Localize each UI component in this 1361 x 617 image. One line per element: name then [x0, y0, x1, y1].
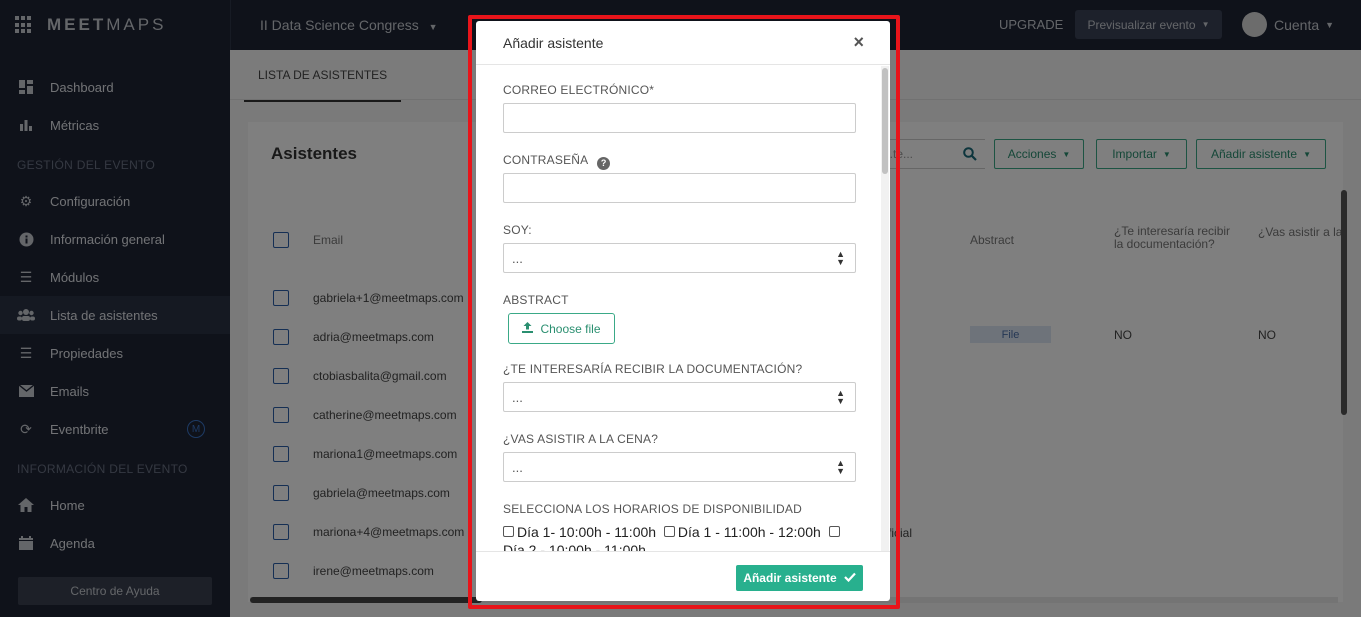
submit-label: Añadir asistente	[743, 571, 837, 585]
schedule-label: SELECCIONA LOS HORARIOS DE DISPONIBILIDA…	[503, 502, 802, 516]
schedule-option-label: Día 2 - 10:00h - 11:00h	[503, 542, 646, 551]
upload-icon	[522, 321, 534, 336]
password-label: CONTRASEÑA ?	[503, 153, 611, 170]
schedule-option-label: Día 1 - 11:00h - 12:00h	[677, 524, 821, 540]
modal-body: CORREO ELECTRÓNICO* CONTRASEÑA ? SOY: ..…	[476, 66, 890, 551]
soy-label: SOY:	[503, 223, 532, 237]
doc-select-value: ...	[512, 390, 523, 405]
choose-file-button[interactable]: Choose file	[508, 313, 615, 344]
dinner-label: ¿VAS ASISTIR A LA CENA?	[503, 432, 659, 446]
email-label: CORREO ELECTRÓNICO*	[503, 83, 655, 97]
close-icon[interactable]: ×	[853, 32, 864, 53]
doc-label: ¿TE INTERESARÍA RECIBIR LA DOCUMENTACIÓN…	[503, 362, 803, 376]
check-icon	[843, 571, 856, 585]
add-attendee-modal: Añadir asistente × CORREO ELECTRÓNICO* C…	[476, 21, 890, 601]
modal-scrollbar-thumb[interactable]	[882, 68, 888, 174]
select-arrows-icon: ▲ ▼	[836, 458, 845, 476]
schedule-options: Día 1- 10:00h - 11:00h Día 1 - 11:00h - …	[503, 523, 863, 551]
email-field[interactable]	[503, 103, 856, 133]
select-arrows-icon: ▲ ▼	[836, 249, 845, 267]
select-arrows-icon: ▲ ▼	[836, 388, 845, 406]
schedule-option-label: Día 1- 10:00h - 11:00h	[517, 524, 657, 540]
password-field[interactable]	[503, 173, 856, 203]
schedule-checkbox[interactable]	[828, 526, 840, 537]
choose-file-label: Choose file	[540, 321, 601, 336]
schedule-checkbox[interactable]	[503, 526, 514, 537]
modal-title: Añadir asistente	[503, 35, 604, 51]
submit-add-attendee-button[interactable]: Añadir asistente	[736, 565, 863, 591]
soy-select-value: ...	[512, 251, 523, 266]
password-label-text: CONTRASEÑA	[503, 153, 588, 167]
modal-footer: Añadir asistente	[476, 551, 890, 601]
dinner-select-value: ...	[512, 460, 523, 475]
soy-select[interactable]: ... ▲ ▼	[503, 243, 856, 273]
abstract-label: ABSTRACT	[503, 293, 569, 307]
question-icon[interactable]: ?	[597, 156, 611, 170]
schedule-checkbox[interactable]	[663, 526, 675, 537]
dinner-select[interactable]: ... ▲ ▼	[503, 452, 856, 482]
doc-select[interactable]: ... ▲ ▼	[503, 382, 856, 412]
modal-header: Añadir asistente ×	[476, 21, 890, 65]
